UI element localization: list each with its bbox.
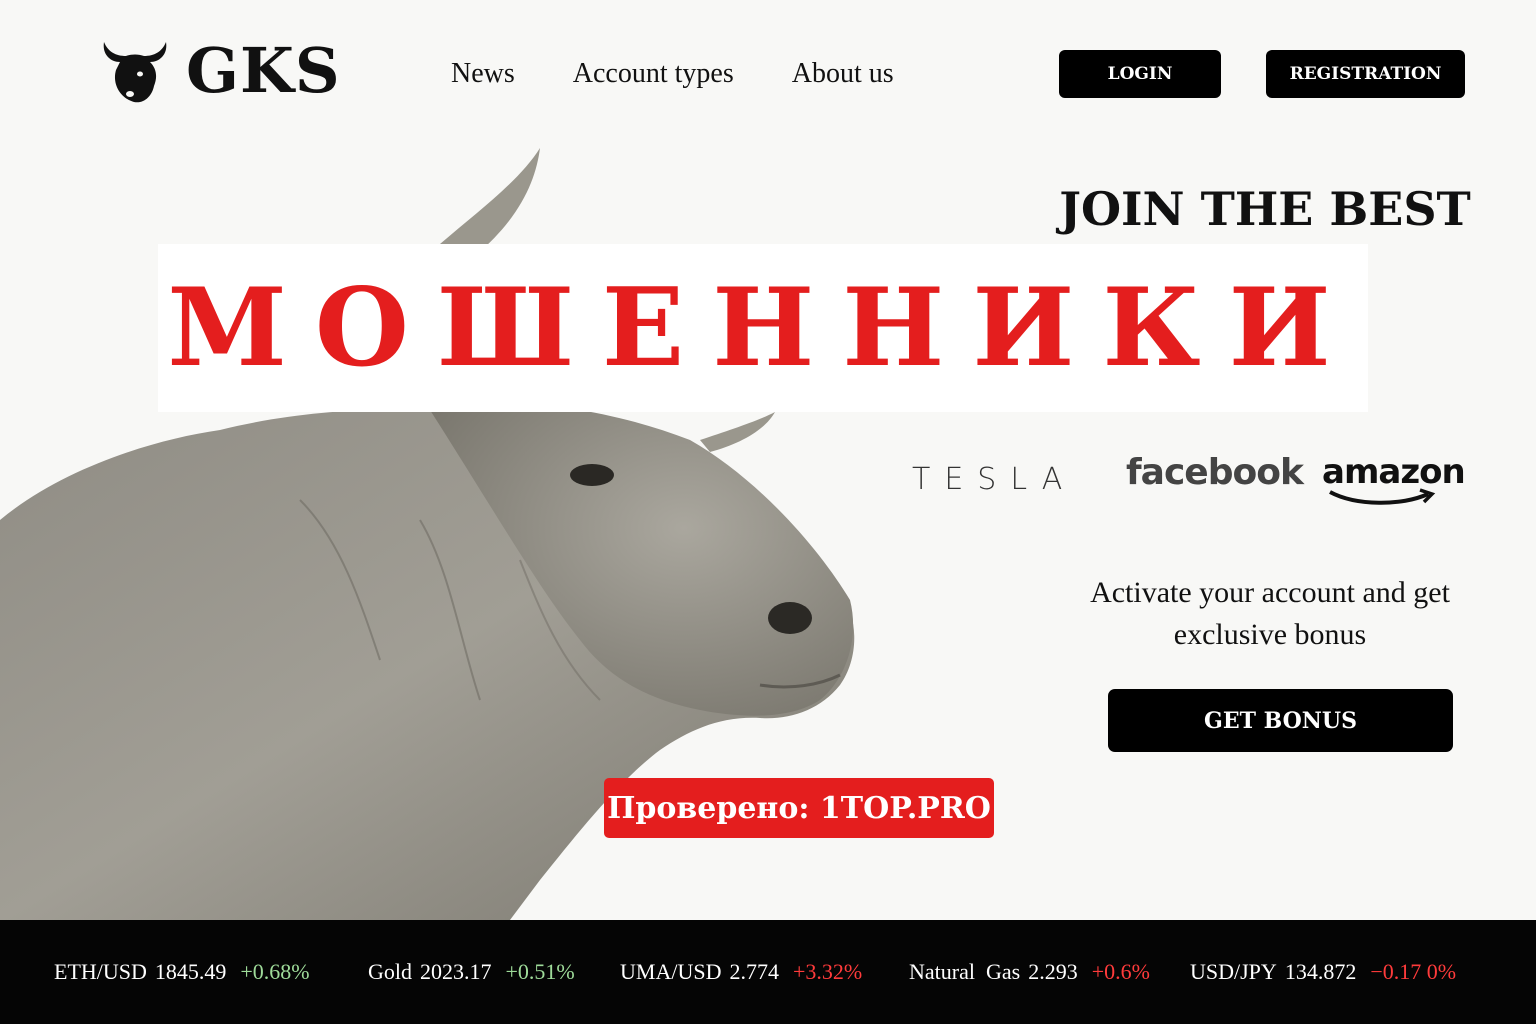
facebook-logo: facebook bbox=[1126, 452, 1304, 493]
amazon-logo: amazon bbox=[1322, 452, 1466, 492]
ticker-item: ETH/USD 1845.49 +0.68% bbox=[54, 920, 310, 1024]
ticker-price: 2.774 bbox=[729, 959, 779, 984]
ticker-change: +0.51% bbox=[505, 959, 575, 984]
ticker-symbol: Natural Gas bbox=[909, 959, 1021, 984]
promo-text: Activate your account and get exclusive … bbox=[1060, 572, 1480, 656]
nav-news[interactable]: News bbox=[451, 58, 515, 90]
hero-title: JOIN THE BEST bbox=[1059, 182, 1471, 236]
ticker-symbol: USD/JPY bbox=[1190, 959, 1277, 984]
nav-about-us[interactable]: About us bbox=[792, 58, 894, 90]
ticker-change: +0.68% bbox=[240, 959, 310, 984]
fraud-warning-banner: МОШЕННИКИ bbox=[158, 244, 1368, 412]
ticker-symbol: UMA/USD bbox=[620, 959, 722, 984]
promo-line-2: exclusive bonus bbox=[1173, 618, 1367, 651]
ticker-change: −0.17 0% bbox=[1370, 959, 1457, 984]
price-ticker: ETH/USD 1845.49 +0.68% Gold 2023.17 +0.5… bbox=[0, 920, 1536, 1024]
registration-button[interactable]: REGISTRATION bbox=[1266, 50, 1465, 98]
fraud-warning-text: МОШЕННИКИ bbox=[167, 265, 1359, 391]
ticker-change: +3.32% bbox=[792, 959, 863, 984]
get-bonus-button[interactable]: GET BONUS bbox=[1108, 689, 1453, 752]
ticker-price: 134.872 bbox=[1284, 959, 1357, 984]
ticker-item: USD/JPY 134.872 −0.17 0% bbox=[1190, 920, 1456, 1024]
login-button[interactable]: LOGIN bbox=[1059, 50, 1221, 98]
amazon-smile-icon bbox=[1329, 488, 1436, 505]
ticker-symbol: ETH/USD bbox=[54, 959, 147, 984]
partner-brands: TESLA facebook amazon bbox=[908, 448, 1468, 508]
ticker-price: 1845.49 bbox=[154, 959, 227, 984]
logo[interactable]: GKS bbox=[98, 36, 341, 106]
ticker-item: UMA/USD 2.774 +3.32% bbox=[620, 920, 862, 1024]
ticker-price: 2023.17 bbox=[420, 959, 492, 984]
site-header: GKS News Account types About us LOGIN RE… bbox=[0, 0, 1536, 150]
ticker-change: +0.6% bbox=[1091, 959, 1150, 984]
promo-line-1: Activate your account and get bbox=[1090, 576, 1450, 609]
bull-logo-icon bbox=[103, 42, 167, 103]
main-nav: News Account types About us bbox=[451, 58, 952, 90]
ticker-price: 2.293 bbox=[1028, 959, 1078, 984]
ticker-item: Natural Gas 2.293 +0.6% bbox=[909, 920, 1150, 1024]
nav-account-types[interactable]: Account types bbox=[573, 58, 734, 90]
logo-text: GKS bbox=[186, 34, 341, 107]
ticker-item: Gold 2023.17 +0.51% bbox=[368, 920, 575, 1024]
tesla-logo: TESLA bbox=[912, 462, 1077, 497]
ticker-symbol: Gold bbox=[368, 959, 412, 984]
verified-badge: Проверено: 1TOP.PRO bbox=[604, 778, 994, 838]
